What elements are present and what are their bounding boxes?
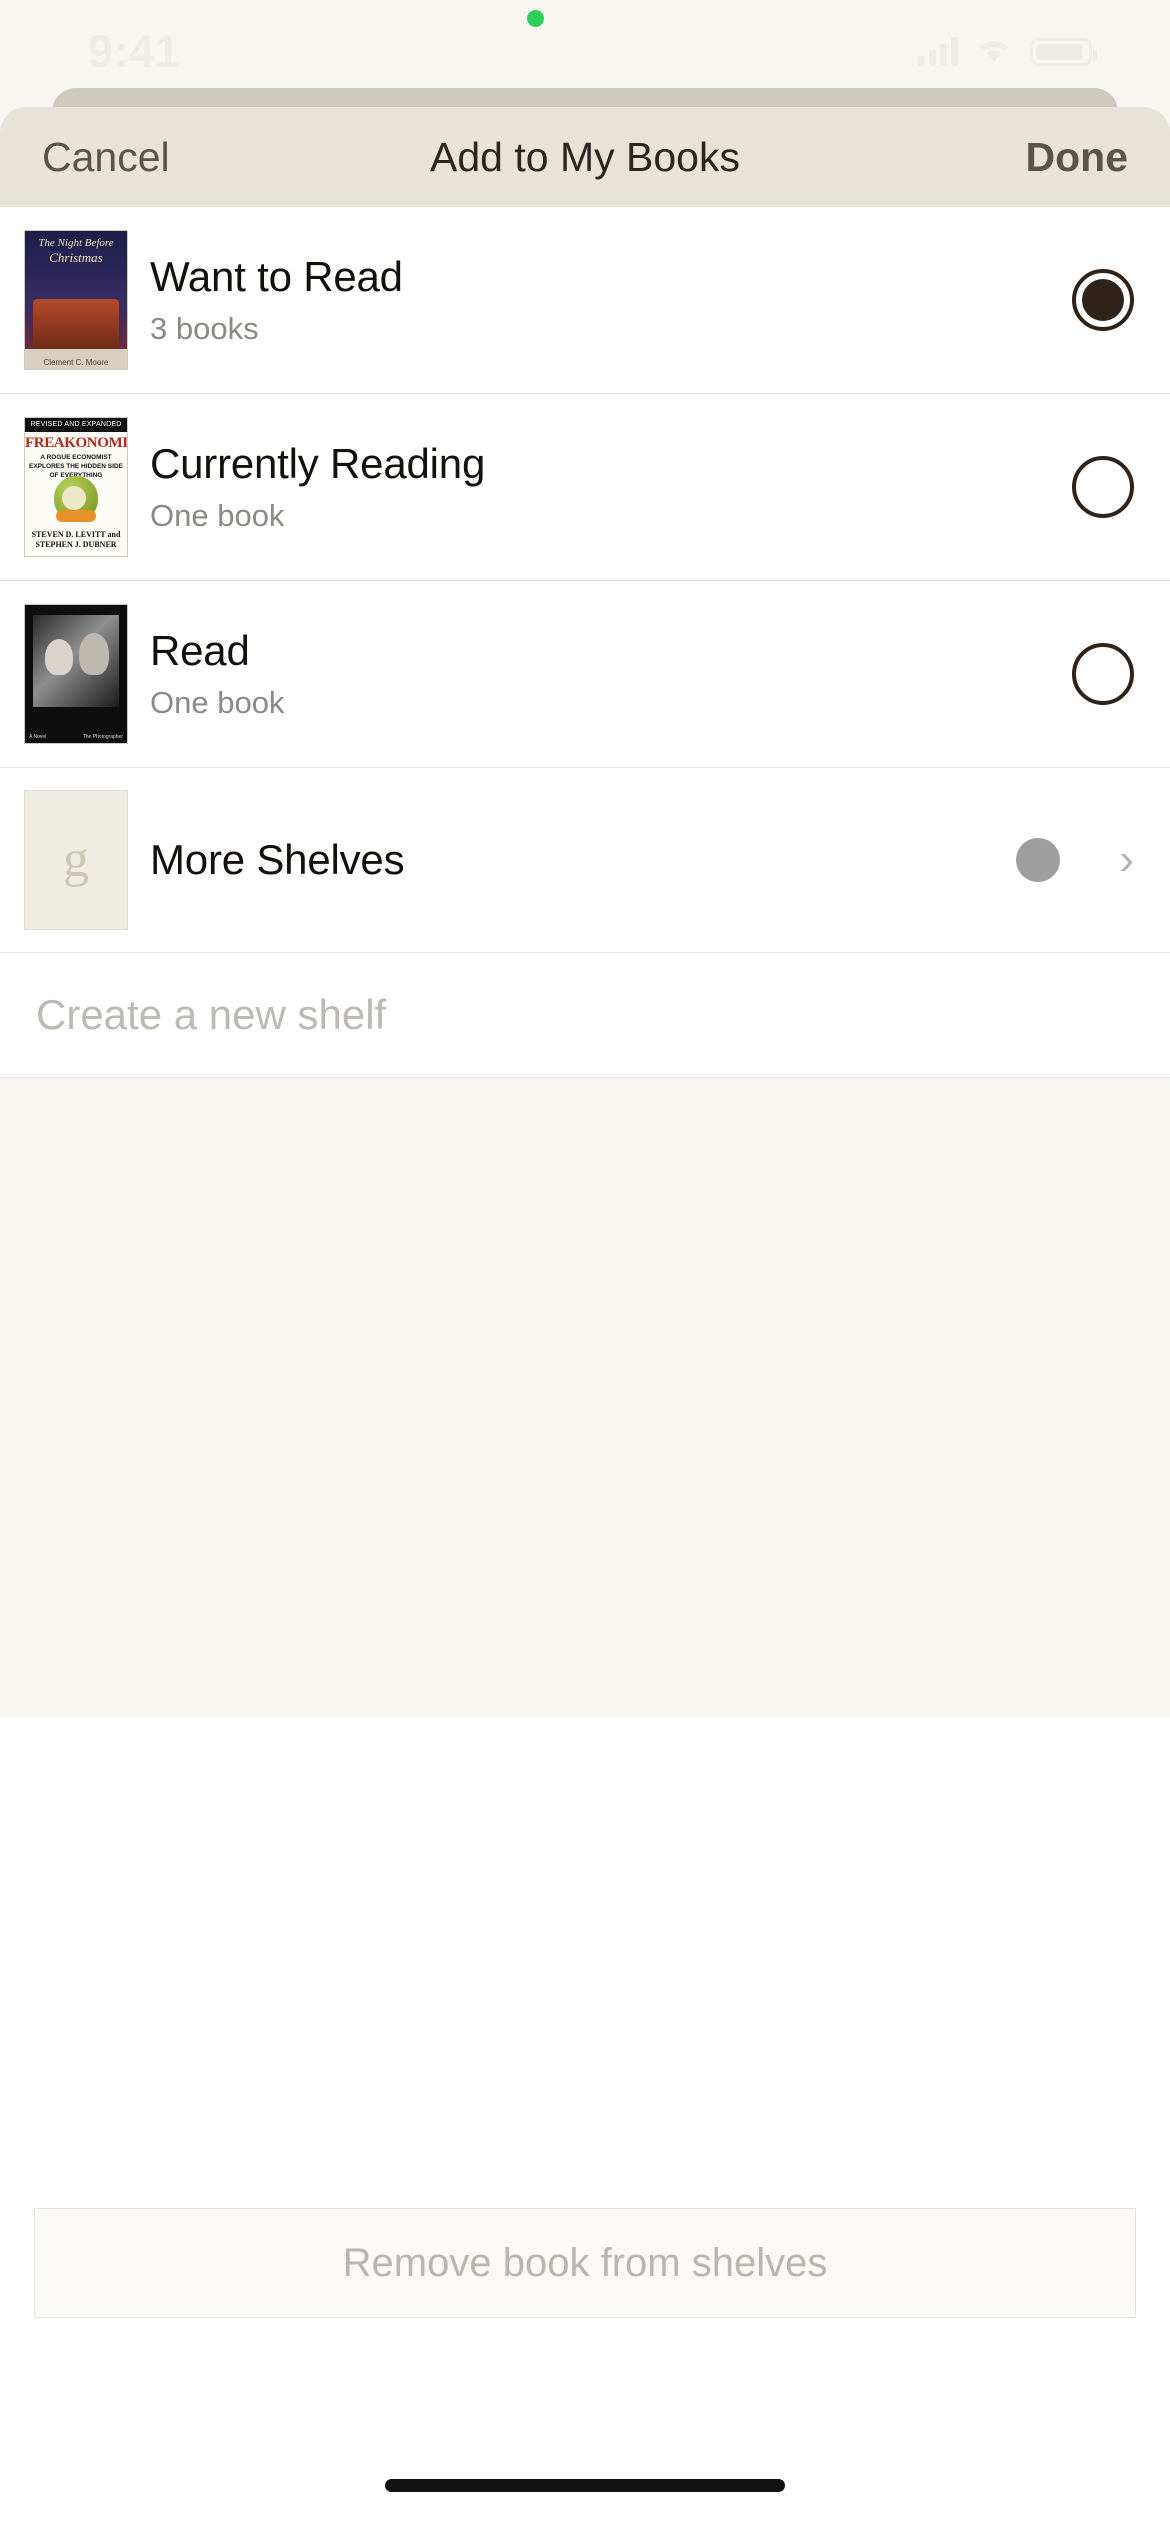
recording-indicator-dot <box>527 10 544 27</box>
cover-photo <box>33 615 119 707</box>
shelf-list: The Night Before Christmas Clement C. Mo… <box>0 207 1170 1078</box>
cover-title-line-2: Christmas <box>49 250 103 265</box>
more-shelves-title: More Shelves <box>150 836 405 883</box>
goodreads-placeholder-icon: g <box>24 790 128 930</box>
cancel-button[interactable]: Cancel <box>42 134 170 181</box>
more-shelves-indicator-dot <box>1016 838 1060 882</box>
cover-authors: STEVEN D. LEVITT and STEPHEN J. DUBNER <box>31 530 121 549</box>
shelf-radio-want-to-read[interactable] <box>1072 269 1134 331</box>
shelf-subtitle: One book <box>150 498 285 533</box>
shelf-title: Want to Read <box>150 253 403 300</box>
shelf-title: Read <box>150 627 250 674</box>
cover-banner: REVISED AND EXPANDED EDITION <box>25 418 127 442</box>
create-new-shelf-field[interactable]: Create a new shelf <box>0 953 1170 1078</box>
remove-book-from-shelves-button[interactable]: Remove book from shelves <box>34 2208 1136 2318</box>
home-indicator[interactable] <box>385 2479 785 2492</box>
cover-caption: A Novel The Photographer <box>29 734 123 740</box>
add-to-my-books-sheet: Cancel Add to My Books Done The Night Be… <box>0 107 1170 2532</box>
shelf-title: Currently Reading <box>150 440 486 487</box>
cover-art-bw-photo: A Novel The Photographer <box>24 604 128 744</box>
cellular-bars-icon <box>918 36 958 66</box>
remove-book-label: Remove book from shelves <box>342 2240 828 2285</box>
book-cover-want-to-read: The Night Before Christmas Clement C. Mo… <box>24 230 128 370</box>
wifi-icon <box>974 36 1014 66</box>
cover-title: FREAKONOMICS <box>25 435 128 451</box>
shelf-radio-read[interactable] <box>1072 643 1134 705</box>
battery-icon <box>1030 38 1097 66</box>
shelf-text-group: Currently Reading One book <box>150 440 1072 534</box>
cover-title-line: The Night Before <box>38 237 114 249</box>
cover-caption-left: A Novel <box>29 734 47 740</box>
book-cover-currently-reading: REVISED AND EXPANDED EDITION FREAKONOMIC… <box>24 417 128 557</box>
shelf-row-read[interactable]: A Novel The Photographer Read One book <box>0 581 1170 768</box>
shelf-subtitle: One book <box>150 685 285 720</box>
more-shelves-thumbnail: g <box>24 790 128 930</box>
cover-illustration <box>33 299 119 351</box>
create-new-shelf-placeholder: Create a new shelf <box>36 991 387 1038</box>
shelf-text-group: Read One book <box>150 627 1072 721</box>
shelf-row-currently-reading[interactable]: REVISED AND EXPANDED EDITION FREAKONOMIC… <box>0 394 1170 581</box>
cover-art-freakonomics: REVISED AND EXPANDED EDITION FREAKONOMIC… <box>24 417 128 557</box>
more-shelves-row[interactable]: g More Shelves › <box>0 768 1170 953</box>
status-bar-time: 9:41 <box>88 26 181 77</box>
more-shelves-text-group: More Shelves <box>150 836 1016 884</box>
cover-art-night-before-christmas: The Night Before Christmas Clement C. Mo… <box>24 230 128 370</box>
chevron-right-icon[interactable]: › <box>1119 838 1134 882</box>
goodreads-glyph: g <box>63 831 89 888</box>
status-bar-icons <box>918 36 1097 66</box>
book-cover-read: A Novel The Photographer <box>24 604 128 744</box>
cover-caption-right: The Photographer <box>82 734 123 740</box>
shelf-subtitle: 3 books <box>150 311 259 346</box>
shelf-text-group: Want to Read 3 books <box>150 253 1072 347</box>
cover-badge <box>56 510 96 522</box>
sheet-navigation-bar: Cancel Add to My Books Done <box>0 107 1170 207</box>
shelf-radio-currently-reading[interactable] <box>1072 456 1134 518</box>
sheet-title: Add to My Books <box>430 133 740 180</box>
shelf-row-want-to-read[interactable]: The Night Before Christmas Clement C. Mo… <box>0 207 1170 394</box>
sheet-empty-area <box>0 1078 1170 1718</box>
status-bar: 9:41 <box>0 0 1170 100</box>
cover-author-line: Clement C. Moore <box>43 358 109 367</box>
done-button[interactable]: Done <box>1026 134 1129 181</box>
